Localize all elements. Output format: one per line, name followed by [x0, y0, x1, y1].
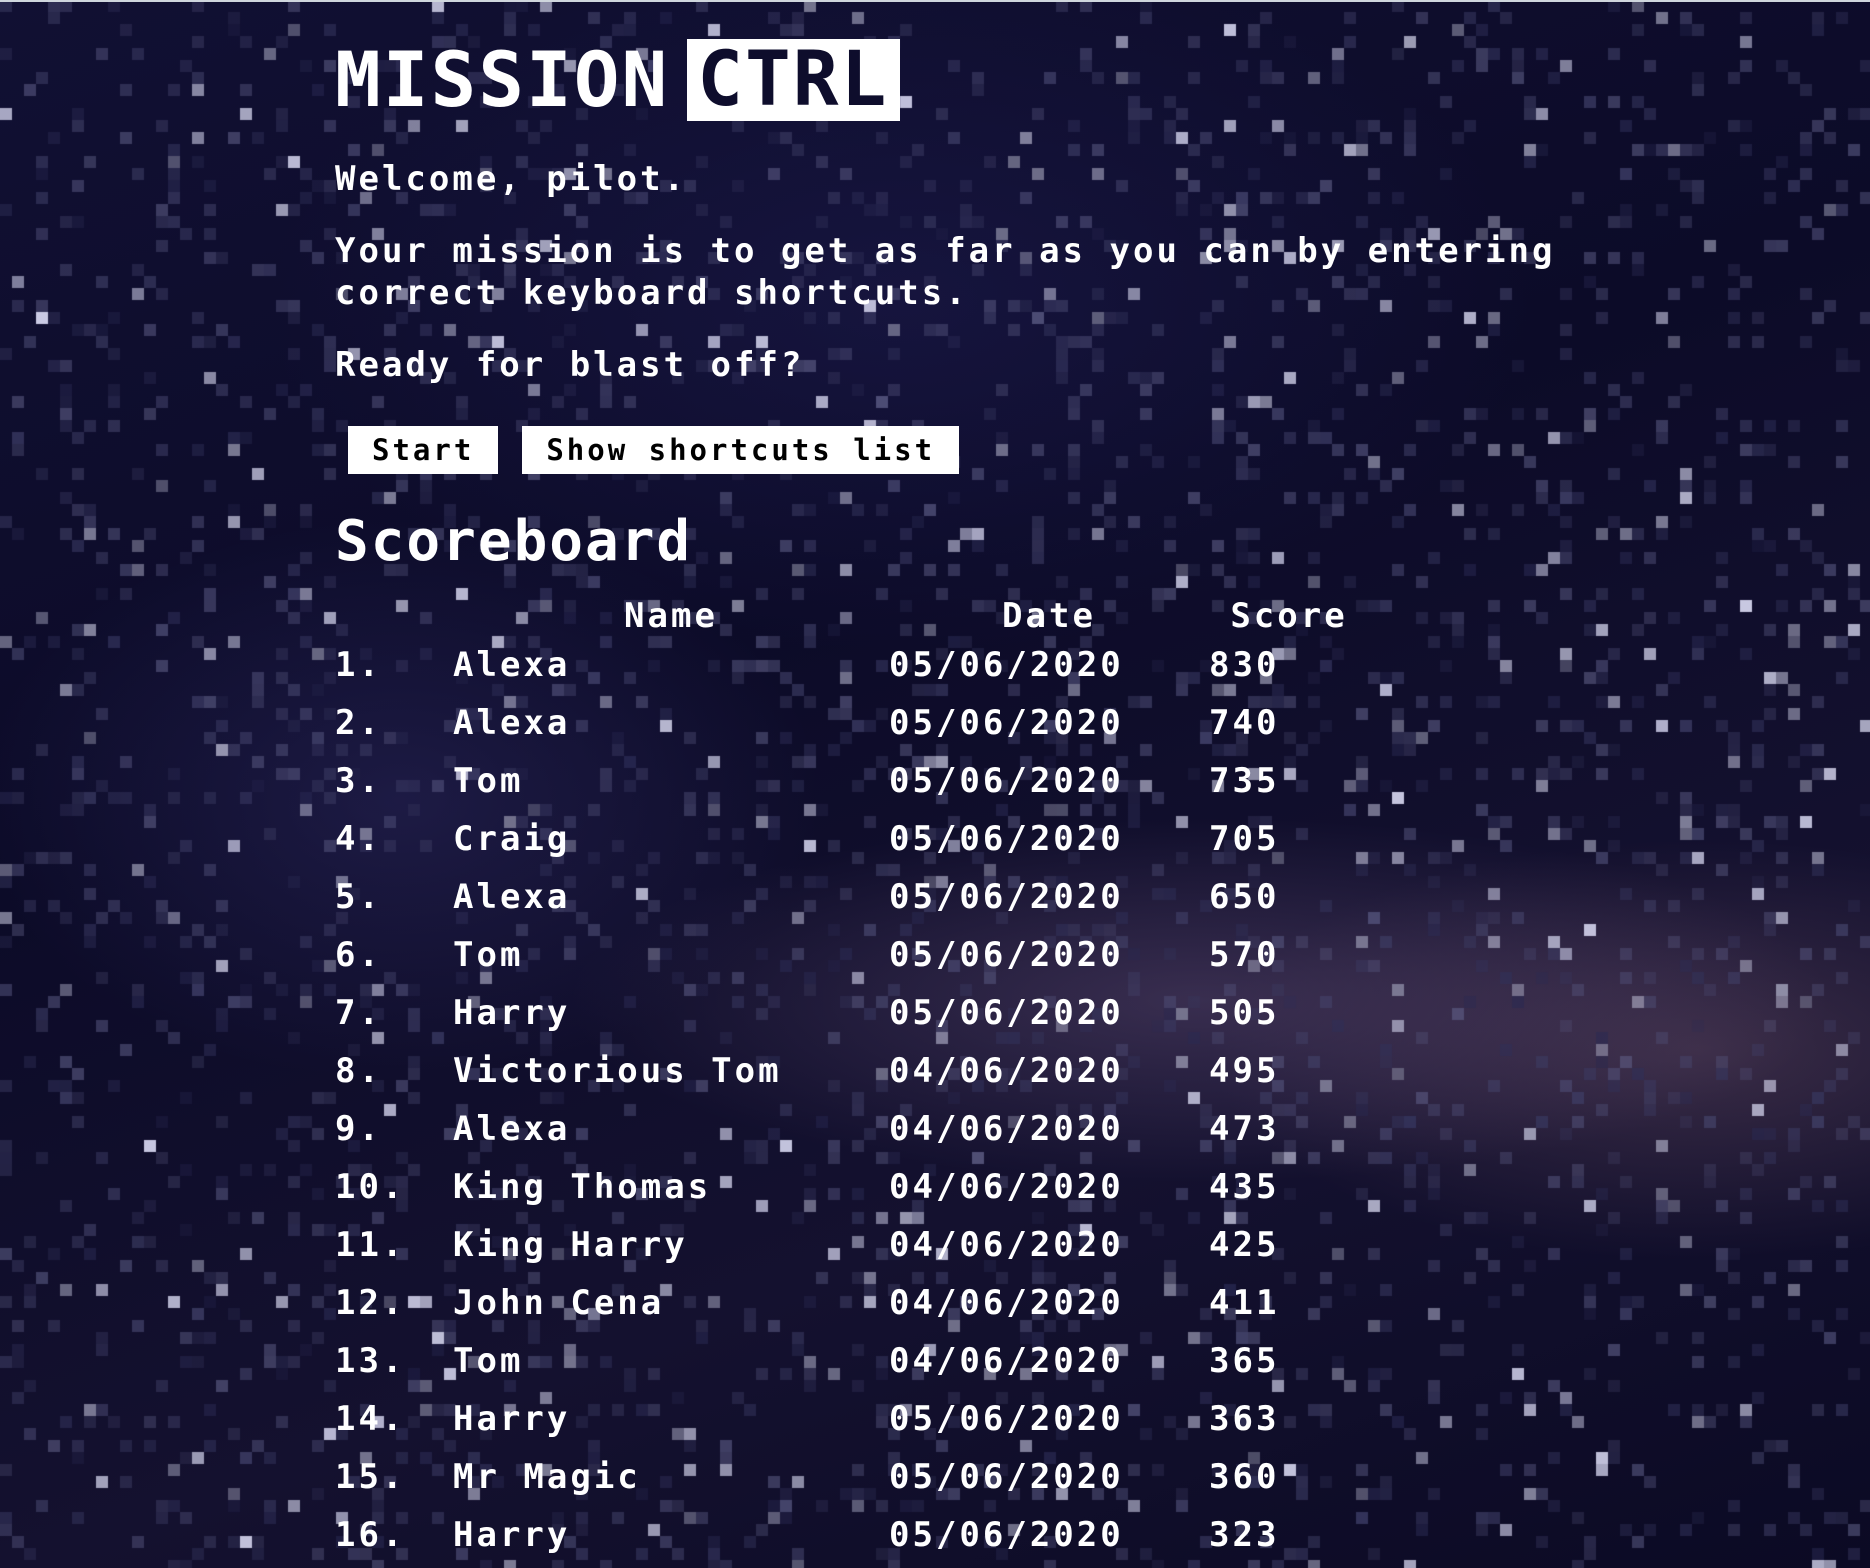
- logo: MISSION CTRL: [335, 38, 1635, 122]
- column-header-rank: [335, 596, 453, 636]
- welcome-text: Welcome, pilot.: [335, 159, 688, 199]
- table-row: 6. Tom 05/06/2020 570: [335, 926, 1369, 984]
- name-cell: King Harry: [453, 1225, 688, 1265]
- rank-cell: 15.: [335, 1457, 406, 1497]
- column-header-score: Score: [1230, 596, 1348, 636]
- date-cell: 05/06/2020: [889, 993, 1124, 1033]
- rank-cell: 2.: [335, 703, 382, 743]
- score-cell: 435: [1209, 1167, 1280, 1207]
- score-cell: 473: [1209, 1109, 1280, 1149]
- logo-mission-text: MISSION: [335, 35, 670, 124]
- name-cell: Tom: [453, 935, 524, 975]
- browser-top-edge: [0, 0, 1870, 2]
- show-shortcuts-button[interactable]: Show shortcuts list: [522, 426, 960, 474]
- score-cell: 323: [1209, 1515, 1280, 1555]
- scoreboard-table: Name Date Score 1. Alexa 05/06/2020 830 2. Al…: [335, 596, 1369, 1564]
- name-cell: Alexa: [453, 877, 571, 917]
- action-buttons: Start Show shortcuts list: [348, 426, 1635, 474]
- table-row: 4. Craig 05/06/2020 705: [335, 810, 1369, 868]
- date-cell: 05/06/2020: [889, 1399, 1124, 1439]
- rank-cell: 9.: [335, 1109, 382, 1149]
- table-header-row: Name Date Score: [335, 596, 1369, 636]
- rank-cell: 14.: [335, 1399, 406, 1439]
- name-cell: Harry: [453, 993, 571, 1033]
- rank-cell: 4.: [335, 819, 382, 859]
- name-cell: Mr Magic: [453, 1457, 641, 1497]
- name-cell: King Thomas: [453, 1167, 712, 1207]
- date-cell: 05/06/2020: [889, 703, 1124, 743]
- table-row: 15. Mr Magic 05/06/2020 360: [335, 1448, 1369, 1506]
- rank-cell: 6.: [335, 935, 382, 975]
- date-cell: 05/06/2020: [889, 761, 1124, 801]
- name-cell: Alexa: [453, 645, 571, 685]
- date-cell: 05/06/2020: [889, 935, 1124, 975]
- table-row: 13. Tom 04/06/2020 365: [335, 1332, 1369, 1390]
- rank-cell: 5.: [335, 877, 382, 917]
- score-cell: 505: [1209, 993, 1280, 1033]
- score-cell: 830: [1209, 645, 1280, 685]
- ready-prompt: Ready for blast off?: [335, 345, 805, 385]
- main-content: MISSION CTRL Welcome, pilot. Your missio…: [335, 38, 1635, 1564]
- score-cell: 411: [1209, 1283, 1280, 1323]
- rank-cell: 8.: [335, 1051, 382, 1091]
- column-header-date: Date: [1002, 596, 1096, 636]
- table-row: 10. King Thomas 04/06/2020 435: [335, 1158, 1369, 1216]
- date-cell: 04/06/2020: [889, 1283, 1124, 1323]
- rank-cell: 12.: [335, 1283, 406, 1323]
- score-cell: 740: [1209, 703, 1280, 743]
- name-cell: Tom: [453, 761, 524, 801]
- score-cell: 650: [1209, 877, 1280, 917]
- name-cell: John Cena: [453, 1283, 665, 1323]
- date-cell: 04/06/2020: [889, 1225, 1124, 1265]
- table-row: 9. Alexa 04/06/2020 473: [335, 1100, 1369, 1158]
- date-cell: 04/06/2020: [889, 1341, 1124, 1381]
- scoreboard-rows: 1. Alexa 05/06/2020 830 2. Alexa 05/06/2020 740…: [335, 636, 1369, 1564]
- score-cell: 570: [1209, 935, 1280, 975]
- date-cell: 05/06/2020: [889, 645, 1124, 685]
- scoreboard-title: Scoreboard: [335, 509, 693, 574]
- date-cell: 04/06/2020: [889, 1051, 1124, 1091]
- table-row: 1. Alexa 05/06/2020 830: [335, 636, 1369, 694]
- date-cell: 04/06/2020: [889, 1167, 1124, 1207]
- rank-cell: 10.: [335, 1167, 406, 1207]
- table-row: 2. Alexa 05/06/2020 740: [335, 694, 1369, 752]
- score-cell: 735: [1209, 761, 1280, 801]
- rank-cell: 13.: [335, 1341, 406, 1381]
- table-row: 5. Alexa 05/06/2020 650: [335, 868, 1369, 926]
- name-cell: Craig: [453, 819, 571, 859]
- name-cell: Victorious Tom: [453, 1051, 782, 1091]
- start-button[interactable]: Start: [348, 426, 499, 474]
- table-row: 12. John Cena 04/06/2020 411: [335, 1274, 1369, 1332]
- column-header-name: Name: [624, 596, 718, 636]
- name-cell: Alexa: [453, 703, 571, 743]
- date-cell: 05/06/2020: [889, 1515, 1124, 1555]
- date-cell: 04/06/2020: [889, 1109, 1124, 1149]
- name-cell: Tom: [453, 1341, 524, 1381]
- date-cell: 05/06/2020: [889, 1457, 1124, 1497]
- score-cell: 425: [1209, 1225, 1280, 1265]
- rank-cell: 3.: [335, 761, 382, 801]
- logo-ctrl-text: CTRL: [687, 39, 901, 121]
- score-cell: 705: [1209, 819, 1280, 859]
- rank-cell: 16.: [335, 1515, 406, 1555]
- date-cell: 05/06/2020: [889, 819, 1124, 859]
- table-row: 11. King Harry 04/06/2020 425: [335, 1216, 1369, 1274]
- date-cell: 05/06/2020: [889, 877, 1124, 917]
- score-cell: 495: [1209, 1051, 1280, 1091]
- rank-cell: 7.: [335, 993, 382, 1033]
- table-row: 14. Harry 05/06/2020 363: [335, 1390, 1369, 1448]
- mission-description: Your mission is to get as far as you can…: [335, 231, 1556, 313]
- table-row: 7. Harry 05/06/2020 505: [335, 984, 1369, 1042]
- name-cell: Harry: [453, 1399, 571, 1439]
- score-cell: 360: [1209, 1457, 1280, 1497]
- name-cell: Alexa: [453, 1109, 571, 1149]
- rank-cell: 11.: [335, 1225, 406, 1265]
- table-row: 3. Tom 05/06/2020 735: [335, 752, 1369, 810]
- rank-cell: 1.: [335, 645, 382, 685]
- name-cell: Harry: [453, 1515, 571, 1555]
- table-row: 16. Harry 05/06/2020 323: [335, 1506, 1369, 1564]
- score-cell: 365: [1209, 1341, 1280, 1381]
- table-row: 8. Victorious Tom 04/06/2020 495: [335, 1042, 1369, 1100]
- score-cell: 363: [1209, 1399, 1280, 1439]
